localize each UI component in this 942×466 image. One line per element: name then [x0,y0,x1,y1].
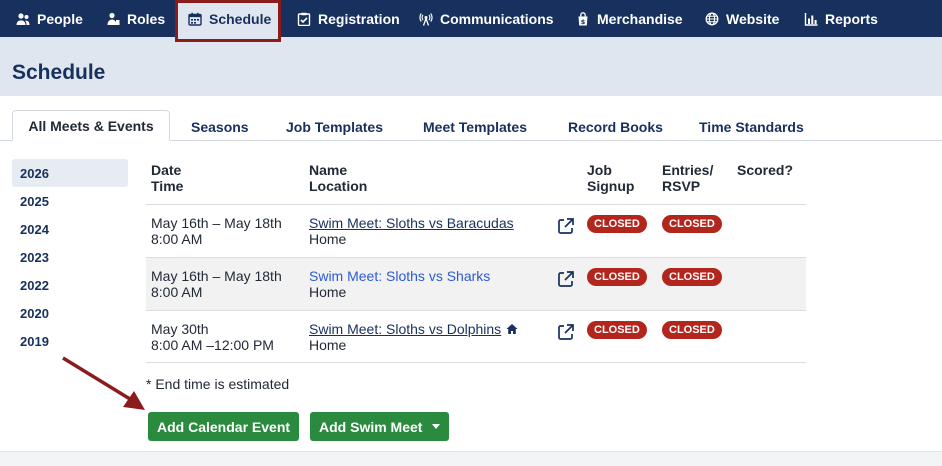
row-time: 8:00 AM [151,284,203,300]
table-row: May 30th 8:00 AM –12:00 PM Swim Meet: Sl… [146,310,806,363]
tab-job-templates[interactable]: Job Templates [286,119,383,135]
header-date: Date [151,162,182,178]
nav-label: Communications [440,10,554,27]
nav-item-reports[interactable]: Reports [804,0,878,37]
entries-status-badge: CLOSED [662,268,722,286]
annotation-arrow-icon [62,356,145,410]
entries-status-badge: CLOSED [662,321,722,339]
header-date-time: Date Time [151,162,183,194]
schedule-highlight-annotation [175,0,281,42]
nav-item-communications[interactable]: Communications [419,0,554,37]
shopping-bag-icon: $ [578,11,588,26]
external-link-icon[interactable] [557,270,575,288]
nav-item-people[interactable]: People [16,0,83,37]
add-swim-meet-label: Add Swim Meet [319,418,423,435]
header-job: Job [587,162,612,178]
meet-link-sharks[interactable]: Swim Meet: Sloths vs Sharks [309,268,490,284]
nav-item-registration[interactable]: Registration [297,0,400,37]
row-location: Home [309,231,347,247]
add-calendar-event-button[interactable]: Add Calendar Event [148,412,300,441]
entries-status-badge: CLOSED [662,215,722,233]
nav-label: Merchandise [597,10,683,27]
cell-date-time: May 30th 8:00 AM –12:00 PM [151,321,274,353]
row-date: May 16th – May 18th [151,215,282,231]
year-2026[interactable]: 2026 [12,159,128,187]
row-date: May 16th – May 18th [151,268,282,284]
job-signup-status-badge: CLOSED [587,215,647,233]
meet-link-baracudas[interactable]: Swim Meet: Sloths vs Baracudas [309,215,514,231]
year-2024[interactable]: 2024 [12,215,128,243]
header-job-signup: Job Signup [587,162,634,194]
cell-date-time: May 16th – May 18th 8:00 AM [151,268,282,300]
header-location: Location [309,178,368,194]
tab-meet-templates[interactable]: Meet Templates [423,119,527,135]
table-row: May 16th – May 18th 8:00 AM Swim Meet: S… [146,257,806,310]
roles-icon [107,12,120,25]
footer-strip [0,451,942,466]
add-swim-meet-button[interactable]: Add Swim Meet [310,412,450,441]
row-time: 8:00 AM [151,231,203,247]
header-name: Name [309,162,348,178]
tab-record-books[interactable]: Record Books [568,119,663,135]
tab-all-meets-events[interactable]: All Meets & Events [12,110,170,141]
people-icon [16,12,30,25]
meet-name-wrapper: Swim Meet: Sloths vs Dolphins [309,321,518,337]
meet-link-dolphins[interactable]: Swim Meet: Sloths vs Dolphins [309,321,501,337]
svg-text:$: $ [581,18,586,26]
row-time: 8:00 AM –12:00 PM [151,337,274,353]
row-date: May 30th [151,321,209,337]
cell-date-time: May 16th – May 18th 8:00 AM [151,215,282,247]
row-location: Home [309,284,347,300]
top-navigation: People Roles Schedule Registration Commu… [0,0,942,37]
header-rsvp: RSVP [662,178,701,194]
clipboard-check-icon [297,12,311,26]
job-signup-status-badge: CLOSED [587,321,647,339]
year-2025[interactable]: 2025 [12,187,128,215]
home-icon [506,324,518,334]
nav-label: People [37,10,83,27]
nav-item-website[interactable]: Website [705,0,779,37]
year-2019[interactable]: 2019 [12,327,128,355]
table-row: May 16th – May 18th 8:00 AM Swim Meet: S… [146,204,806,257]
header-entries: Entries/ [662,162,714,178]
header-time: Time [151,178,184,194]
year-2022[interactable]: 2022 [12,271,128,299]
bar-chart-icon [804,12,818,26]
cell-name-location: Swim Meet: Sloths vs Baracudas Home [309,215,514,247]
tab-seasons[interactable]: Seasons [191,119,249,135]
nav-label: Registration [318,10,400,27]
cell-name-location: Swim Meet: Sloths vs Sharks Home [309,268,490,300]
year-2023[interactable]: 2023 [12,243,128,271]
tab-time-standards[interactable]: Time Standards [699,119,804,135]
header-entries-rsvp: Entries/ RSVP [662,162,713,194]
header-signup: Signup [587,178,635,194]
globe-icon [705,12,719,25]
nav-label: Reports [825,10,878,27]
row-location: Home [309,337,347,353]
caret-down-icon [432,424,441,429]
cell-name-location: Swim Meet: Sloths vs Dolphins Home [309,321,518,353]
year-2020[interactable]: 2020 [12,299,128,327]
external-link-icon[interactable] [557,217,575,235]
table-bottom-border [146,362,806,363]
broadcast-icon [419,12,433,26]
nav-item-merchandise[interactable]: $ Merchandise [576,0,683,37]
nav-item-roles[interactable]: Roles [106,0,165,37]
end-time-note: * End time is estimated [146,376,290,392]
header-name-location: Name Location [309,162,367,194]
header-scored: Scored? [737,162,794,178]
nav-label: Roles [127,10,166,27]
nav-label: Website [726,10,780,27]
external-link-icon[interactable] [557,323,575,341]
job-signup-status-badge: CLOSED [587,268,647,286]
page-title: Schedule [12,61,106,84]
